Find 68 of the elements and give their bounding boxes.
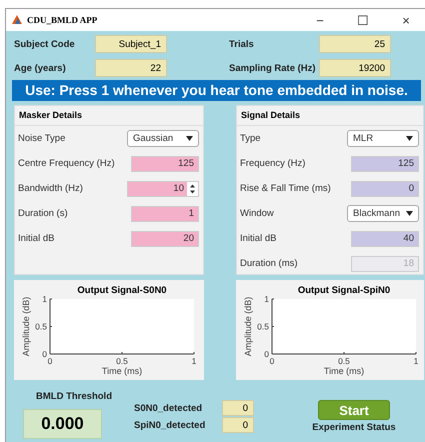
spinner-field[interactable]: 10 bbox=[127, 180, 199, 196]
counter-label: S0N0_detected bbox=[134, 402, 202, 414]
input-field[interactable]: 40 bbox=[351, 230, 419, 246]
field-label: Noise Type bbox=[18, 133, 66, 144]
threshold-value: 0.000 bbox=[23, 409, 102, 439]
dropdown[interactable]: Blackmann bbox=[347, 205, 419, 222]
field-label: Subject Code bbox=[14, 38, 76, 50]
input-field[interactable]: 125 bbox=[131, 156, 199, 172]
counter-label: SpiN0_detected bbox=[134, 420, 206, 430]
instruction-banner: Use: Press 1 whenever you hear tone embedded in noise. bbox=[12, 80, 421, 101]
caret-icon bbox=[406, 211, 413, 216]
y-axis bbox=[272, 298, 274, 354]
input-field[interactable]: 19200 bbox=[319, 59, 391, 77]
tick-label: 0 bbox=[48, 356, 52, 366]
field-label: Initial dB bbox=[18, 233, 54, 244]
counter-field[interactable]: 0 bbox=[222, 400, 254, 416]
field-label: Age (years) bbox=[14, 62, 67, 74]
input-field[interactable]: 0 bbox=[351, 180, 419, 196]
tick-label: 0 bbox=[42, 349, 47, 359]
tick-label: 0 bbox=[264, 349, 269, 359]
caret-icon bbox=[186, 136, 193, 141]
field-label: Type bbox=[240, 133, 261, 144]
field-label: Sampling Rate (Hz) bbox=[229, 62, 317, 74]
panel-title: Masker Details bbox=[15, 106, 203, 126]
window-title: CDU_BMLD APP bbox=[27, 15, 98, 25]
tick-label: 0.5 bbox=[257, 322, 269, 332]
field-label: Centre Frequency (Hz) bbox=[18, 158, 115, 169]
field-label: Bandwidth (Hz) bbox=[18, 183, 83, 194]
axis-label: Time (ms) bbox=[324, 366, 364, 376]
field-label: Initial dB bbox=[240, 233, 276, 244]
axis-label: Time (ms) bbox=[102, 366, 142, 376]
field-label: Duration (s) bbox=[18, 208, 68, 219]
tick-label: 1 bbox=[192, 356, 196, 366]
dropdown[interactable]: Gaussian bbox=[127, 130, 199, 147]
input-field[interactable]: Subject_1 bbox=[95, 35, 167, 53]
input-field[interactable]: 125 bbox=[351, 156, 419, 172]
input-field[interactable]: 22 bbox=[95, 59, 167, 77]
axis-label: Amplitude (dB) bbox=[21, 296, 31, 356]
field-label: Trials bbox=[229, 38, 255, 50]
field-label: Duration (ms) bbox=[240, 258, 298, 269]
panel-title: Signal Details bbox=[237, 106, 423, 126]
field-label: Rise & Fall Time (ms) bbox=[240, 183, 331, 194]
tick-label: 1 bbox=[264, 294, 269, 304]
caret-icon bbox=[406, 136, 413, 141]
field-label: Window bbox=[240, 208, 274, 219]
axis-label: Amplitude (dB) bbox=[243, 296, 253, 356]
chart-title: Output Signal-S0N0 bbox=[77, 285, 167, 296]
tick-label: 1 bbox=[414, 356, 418, 366]
field-label: Frequency (Hz) bbox=[240, 158, 306, 169]
spinner-arrows-icon bbox=[187, 182, 198, 196]
window-control[interactable]: − bbox=[301, 12, 339, 28]
tick-label: 0.5 bbox=[338, 356, 350, 366]
dropdown[interactable]: MLR bbox=[347, 130, 419, 147]
threshold-label: BMLD Threshold bbox=[36, 391, 112, 402]
input-field[interactable]: 20 bbox=[131, 230, 199, 246]
tick-label: 1 bbox=[42, 294, 47, 304]
input-field[interactable]: 25 bbox=[319, 35, 391, 53]
window-control[interactable]: ☐ bbox=[344, 12, 382, 28]
tick-label: 0 bbox=[270, 356, 274, 366]
chart-title: Output Signal-SpiN0 bbox=[298, 285, 390, 296]
app-logo-icon bbox=[12, 15, 22, 25]
tick-label: 0.5 bbox=[116, 356, 128, 366]
counter-field[interactable]: 0 bbox=[222, 417, 254, 433]
window-control[interactable]: × bbox=[387, 12, 425, 28]
y-axis bbox=[50, 298, 52, 354]
tick-label: 0.5 bbox=[35, 322, 47, 332]
status-label: Experiment Status bbox=[312, 422, 396, 433]
input-field[interactable]: 1 bbox=[131, 206, 199, 222]
